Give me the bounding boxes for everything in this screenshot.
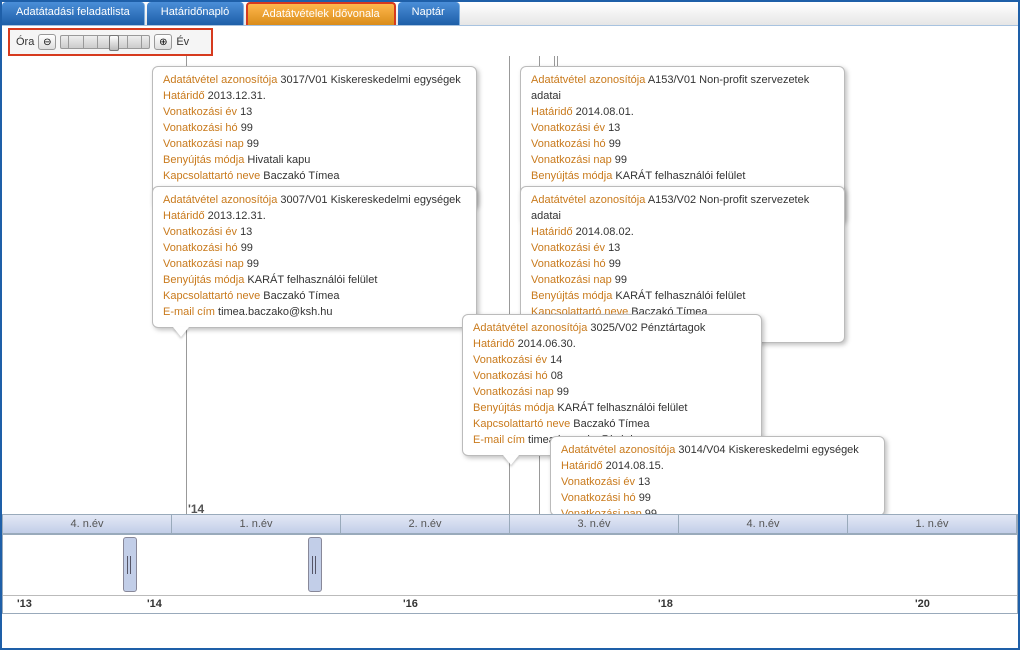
tab-calendar[interactable]: Naptár <box>398 2 460 25</box>
zoom-toolbar: Óra ⊖ ⊕ Év <box>8 28 213 56</box>
zoom-out-button[interactable]: ⊖ <box>38 34 56 50</box>
overview-left-handle[interactable] <box>123 537 137 592</box>
axis-cell: 3. n.év <box>510 515 679 533</box>
zoom-slider-thumb[interactable] <box>109 35 119 51</box>
zoom-slider[interactable] <box>60 35 150 49</box>
axis-cell: 4. n.év <box>3 515 172 533</box>
axis-cell: 1. n.év <box>172 515 341 533</box>
overview-year-label: '16 <box>403 598 418 610</box>
timeline-quarter-axis: 4. n.év 1. n.év 2. n.év 3. n.év 4. n.év … <box>2 514 1018 534</box>
zoom-left-label: Óra <box>16 36 34 48</box>
timeline-overview[interactable]: '13 '14 '16 '18 '20 <box>2 534 1018 614</box>
tab-tasklist[interactable]: Adatátadási feladatlista <box>2 2 145 25</box>
timeline-card[interactable]: Adatátvétel azonosítója 3025/V02 Pénztár… <box>462 314 762 456</box>
timeline-canvas[interactable]: '14 Adatátvétel azonosítója 3017/V01 Kis… <box>2 56 1018 536</box>
tab-deadline-log[interactable]: Határidőnapló <box>147 2 245 25</box>
zoom-in-button[interactable]: ⊕ <box>154 34 172 50</box>
axis-cell: 1. n.év <box>848 515 1017 533</box>
axis-cell: 2. n.év <box>341 515 510 533</box>
timeline-card[interactable]: Adatátvétel azonosítója 3007/V01 Kiskere… <box>152 186 477 328</box>
tab-bar: Adatátadási feladatlista Határidőnapló A… <box>2 2 1018 26</box>
overview-year-label: '14 <box>147 598 162 610</box>
axis-cell: 4. n.év <box>679 515 848 533</box>
overview-right-handle[interactable] <box>308 537 322 592</box>
overview-year-label: '18 <box>658 598 673 610</box>
overview-year-label: '20 <box>915 598 930 610</box>
timeline-card[interactable]: Adatátvétel azonosítója 3014/V04 Kiskere… <box>550 436 885 516</box>
overview-year-label: '13 <box>17 598 32 610</box>
zoom-right-label: Év <box>176 36 189 48</box>
tab-timeline[interactable]: Adatátvételek Idővonala <box>246 2 395 25</box>
